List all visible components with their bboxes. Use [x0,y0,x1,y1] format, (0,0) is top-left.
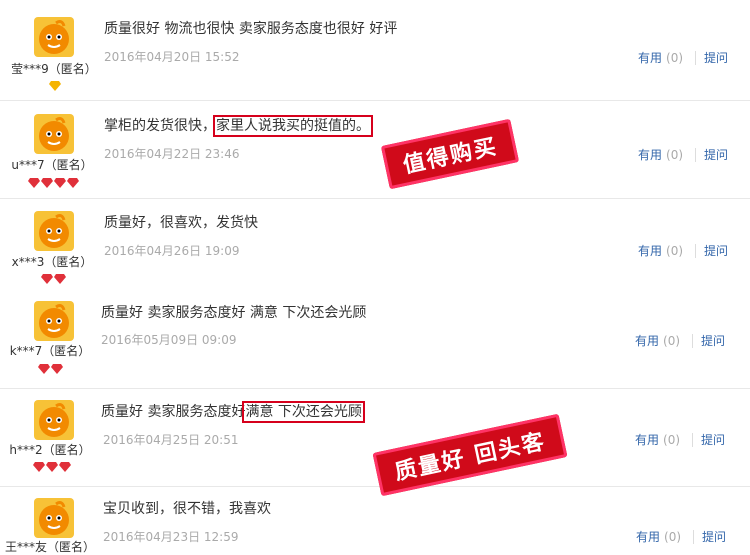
ask-button[interactable]: 提问 [701,332,725,349]
ask-button[interactable]: 提问 [704,242,728,259]
review-actions: 有用 (0) 提问 [635,431,725,448]
reviewer-level-gems [38,364,63,376]
red-gem-icon [54,274,66,284]
red-gem-icon [41,178,53,188]
reviewer-level-gems [33,462,71,474]
review-item: h***2（匿名） 质量好 卖家服务态度好满意 下次还会光顾 2016年04月2… [0,389,750,487]
divider [695,50,697,65]
red-gem-icon [67,178,79,188]
mascot-icon [39,304,69,338]
review-text: 质量好 卖家服务态度好 满意 下次还会光顾 [101,305,367,321]
review-actions: 有用 (0) 提问 [638,146,728,163]
review-item: u***7（匿名） 掌柜的发货很快，家里人说我买的挺值的。 2016年04月22… [0,101,750,199]
useful-button[interactable]: 有用 [638,146,662,163]
reviewer-name[interactable]: x***3（匿名） [2,253,102,270]
useful-count: (0) [663,432,681,447]
review-text-part: 掌柜的发货很快， [104,118,216,134]
red-gem-icon [59,462,71,472]
highlighted-text: 家里人说我买的挺值的。 [213,115,373,137]
divider [692,432,694,447]
review-actions: 有用 (0) 提问 [636,528,726,545]
red-gem-icon [33,462,45,472]
review-text: 质量好，很喜欢，发货快 [104,215,258,231]
divider [695,147,697,162]
avatar[interactable] [34,301,74,341]
red-gem-icon [54,178,66,188]
avatar[interactable] [34,498,74,538]
review-date: 2016年04月23日 12:59 [103,530,239,544]
review-actions: 有用 (0) 提问 [638,49,728,66]
review-text: 宝贝收到，很不错，我喜欢 [103,501,271,517]
useful-button[interactable]: 有用 [638,49,662,66]
ask-button[interactable]: 提问 [701,431,725,448]
ask-button[interactable]: 提问 [704,146,728,163]
mascot-icon [39,20,69,54]
mascot-icon [39,117,69,151]
review-text-part: 质量好 卖家服务态度好 [101,404,246,420]
ask-button[interactable]: 提问 [702,528,726,545]
useful-count: (0) [666,147,684,162]
ask-button[interactable]: 提问 [704,49,728,66]
avatar[interactable] [34,211,74,251]
review-actions: 有用 (0) 提问 [635,332,725,349]
useful-count: (0) [664,529,682,544]
red-gem-icon [41,274,53,284]
mascot-icon [39,501,69,535]
useful-count: (0) [666,50,684,65]
useful-button[interactable]: 有用 [638,242,662,259]
useful-button[interactable]: 有用 [635,332,659,349]
divider [693,529,695,544]
red-gem-icon [28,178,40,188]
reviewer-level-gems [41,274,66,286]
useful-button[interactable]: 有用 [635,431,659,448]
reviewer-name[interactable]: 莹***9（匿名） [4,60,104,77]
reviewer-level-gems [49,81,61,93]
red-gem-icon [51,364,63,374]
review-actions: 有用 (0) 提问 [638,242,728,259]
red-gem-icon [46,462,58,472]
review-text: 质量很好 物流也很快 卖家服务态度也很好 好评 [104,21,398,37]
reviewer-level-gems [28,178,79,190]
review-text: 掌柜的发货很快，家里人说我买的挺值的。 [104,115,373,137]
review-text: 质量好 卖家服务态度好满意 下次还会光顾 [101,401,365,423]
review-item: k***7（匿名） 质量好 卖家服务态度好 满意 下次还会光顾 2016年05月… [0,289,750,389]
useful-count: (0) [666,243,684,258]
reviewer-name[interactable]: 王***友（匿名） [0,538,100,555]
reviewer-name[interactable]: h***2（匿名） [0,441,100,458]
review-item: 王***友（匿名） 宝贝收到，很不错，我喜欢 2016年04月23日 12:59… [0,487,750,555]
mascot-icon [39,403,69,437]
review-date: 2016年04月22日 23:46 [104,147,240,161]
useful-count: (0) [663,333,681,348]
review-date: 2016年04月26日 19:09 [104,244,240,258]
red-gem-icon [38,364,50,374]
reviewer-name[interactable]: u***7（匿名） [2,156,102,173]
review-item: x***3（匿名） 质量好，很喜欢，发货快 2016年04月26日 19:09 … [0,199,750,289]
divider [695,243,697,258]
review-date: 2016年04月20日 15:52 [104,50,240,64]
review-date: 2016年04月25日 20:51 [103,433,239,447]
avatar[interactable] [34,400,74,440]
divider [692,333,694,348]
useful-button[interactable]: 有用 [636,528,660,545]
avatar[interactable] [34,17,74,57]
avatar[interactable] [34,114,74,154]
review-date: 2016年05月09日 09:09 [101,333,237,347]
review-item: 莹***9（匿名） 质量很好 物流也很快 卖家服务态度也很好 好评 2016年0… [0,0,750,101]
mascot-icon [39,214,69,248]
gold-gem-icon [49,81,61,91]
highlighted-text: 满意 下次还会光顾 [242,401,365,423]
reviewer-name[interactable]: k***7（匿名） [0,342,100,359]
